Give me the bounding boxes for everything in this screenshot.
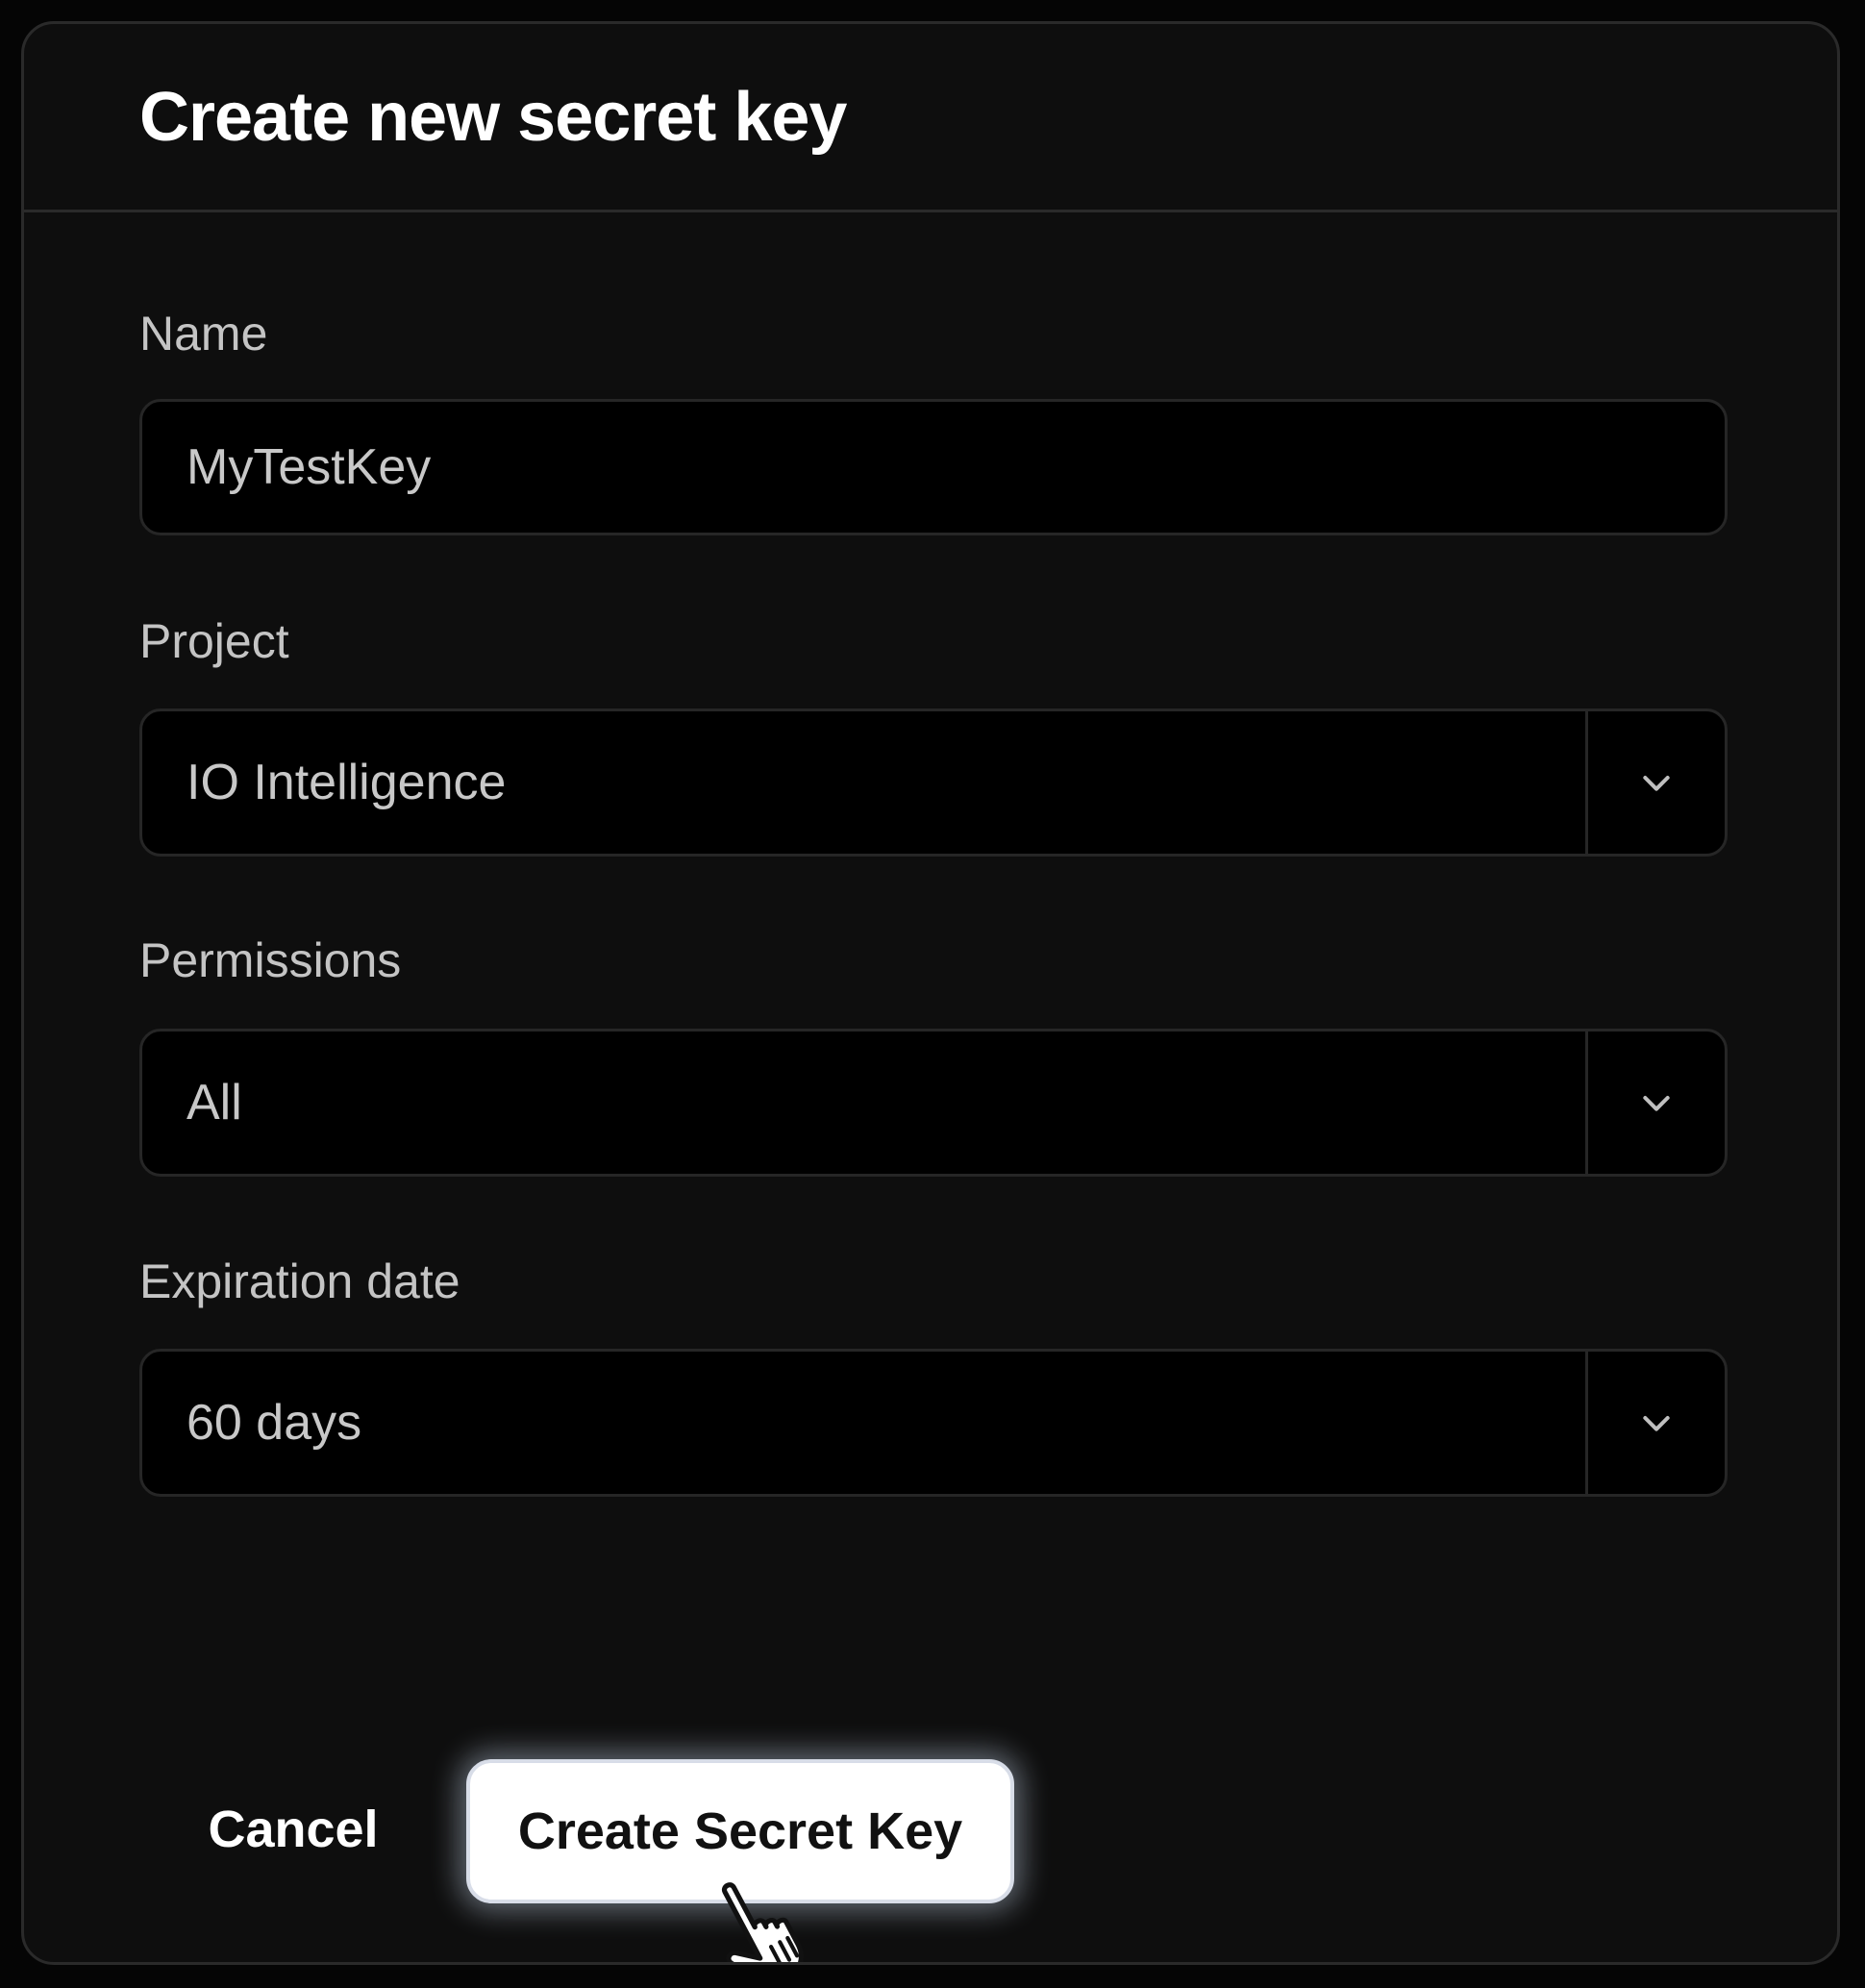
permissions-select-toggle[interactable] (1588, 1031, 1725, 1174)
permissions-select[interactable]: All (139, 1029, 1728, 1177)
name-input[interactable]: MyTestKey (139, 399, 1728, 535)
name-input-value: MyTestKey (186, 439, 432, 495)
chevron-down-icon (1643, 1416, 1670, 1431)
permissions-select-value: All (186, 1075, 242, 1131)
project-select[interactable]: IO Intelligence (139, 708, 1728, 857)
name-label: Name (139, 307, 268, 360)
chevron-down-icon (1643, 1096, 1670, 1111)
cancel-button[interactable]: Cancel (178, 1762, 409, 1897)
permissions-label: Permissions (139, 933, 402, 987)
create-secret-key-button[interactable]: Create Secret Key (466, 1759, 1014, 1903)
project-label: Project (139, 614, 289, 668)
chevron-down-icon (1643, 776, 1670, 791)
expiration-select-toggle[interactable] (1588, 1352, 1725, 1494)
expiration-select-value: 60 days (186, 1395, 362, 1451)
expiration-select[interactable]: 60 days (139, 1349, 1728, 1497)
dialog-header: Create new secret key (24, 24, 1837, 212)
expiration-label: Expiration date (139, 1255, 460, 1308)
project-select-toggle[interactable] (1588, 711, 1725, 854)
create-secret-key-dialog: Create new secret key Name MyTestKey Pro… (21, 21, 1840, 1965)
project-select-value: IO Intelligence (186, 755, 507, 810)
dialog-title: Create new secret key (139, 79, 847, 156)
